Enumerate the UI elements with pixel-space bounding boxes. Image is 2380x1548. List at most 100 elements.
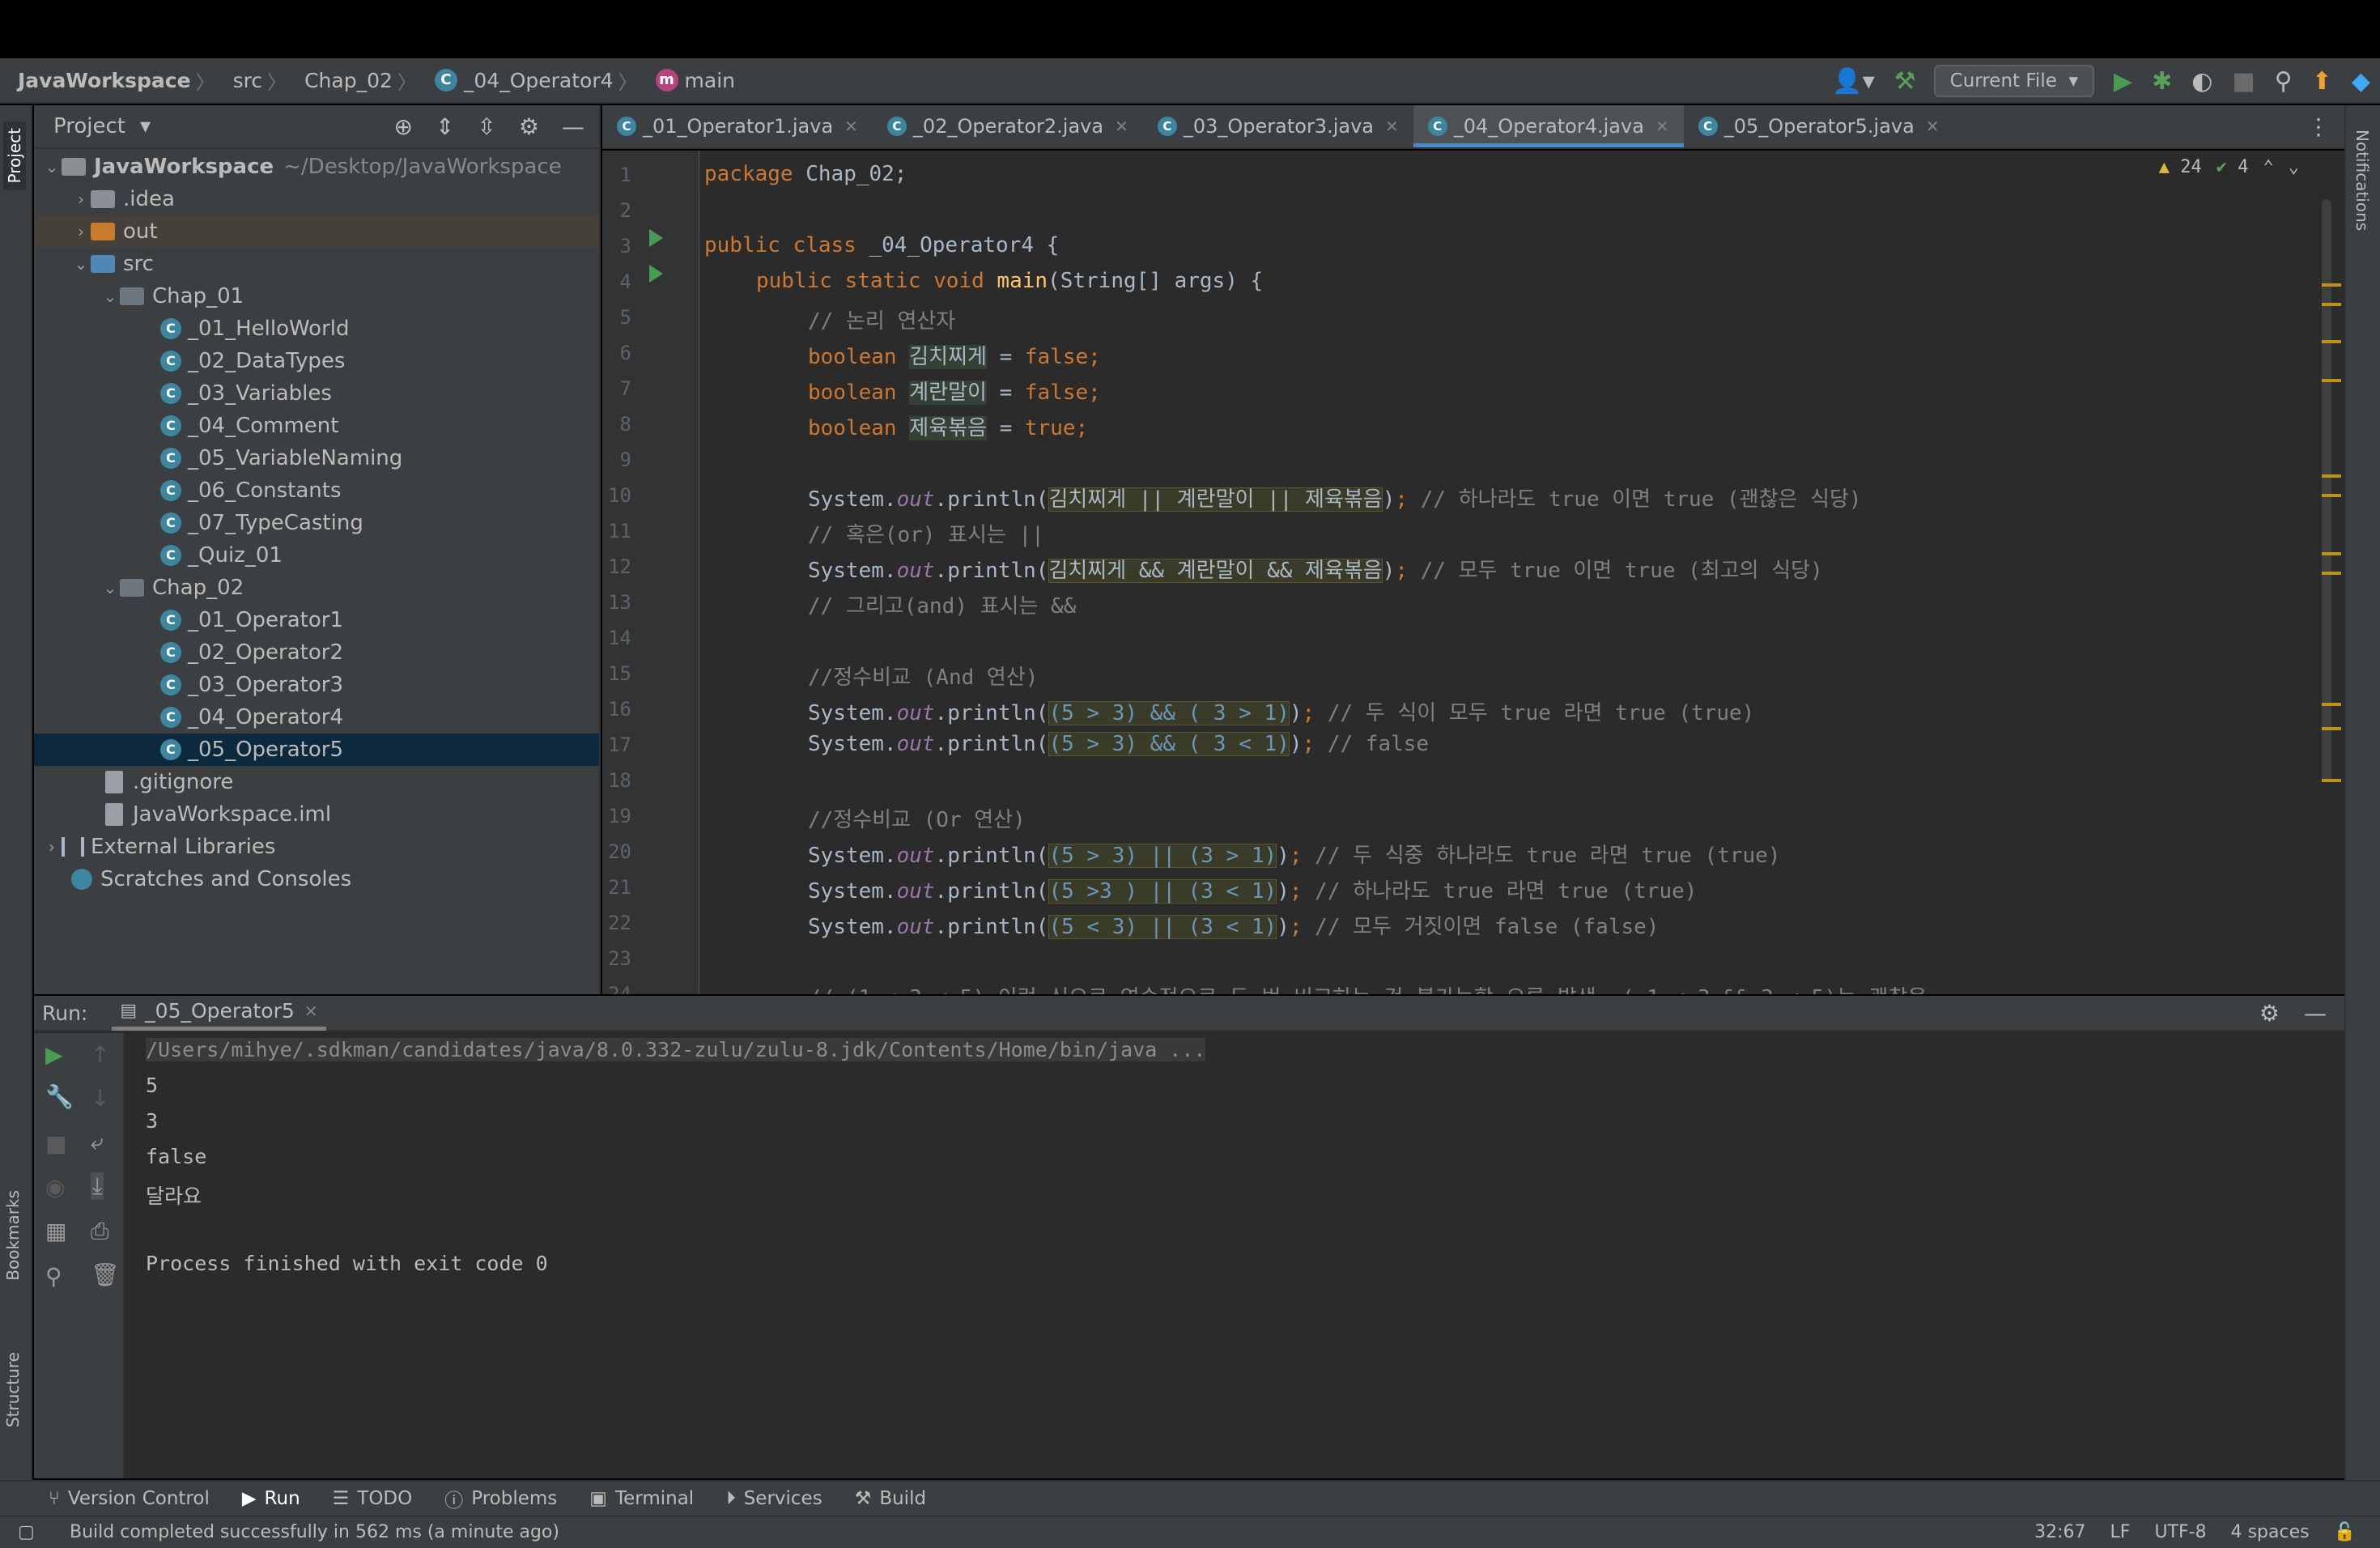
status-message[interactable]: Build completed successfully in 562 ms (… xyxy=(70,1522,559,1542)
layout-toggle-icon[interactable]: ▢ xyxy=(18,1522,35,1542)
structure-tool-tab[interactable]: Structure xyxy=(3,1352,23,1427)
tree-item-file[interactable]: C _04_Operator4 xyxy=(34,701,599,734)
tree-item-out[interactable]: › out xyxy=(34,215,599,248)
chevron-right-icon[interactable]: › xyxy=(71,222,91,241)
arrow-down-icon[interactable]: ↓ xyxy=(91,1085,109,1112)
code-editor[interactable]: 1 2 3 4 5 6 7 8 9 10 11 12 13 14 15 16 1… xyxy=(602,151,2344,994)
tab-operator3[interactable]: C _03_Operator3.java ✕ xyxy=(1143,105,1413,147)
run-gutter-icon[interactable] xyxy=(649,265,663,283)
project-tool-tab[interactable]: Project xyxy=(3,121,26,190)
arrow-up-icon[interactable]: ↑ xyxy=(91,1041,109,1068)
notifications-tool-tab[interactable]: Notifications xyxy=(2352,130,2372,231)
print-icon[interactable]: ⎙ xyxy=(91,1218,108,1245)
pin-icon[interactable]: ⚲ xyxy=(45,1263,62,1290)
tab-operator5[interactable]: C _05_Operator5.java ✕ xyxy=(1684,105,1954,147)
lock-icon[interactable]: 🔓 xyxy=(2334,1522,2356,1542)
file-encoding[interactable]: UTF-8 xyxy=(2154,1522,2206,1542)
bookmarks-tool-tab[interactable]: Bookmarks xyxy=(3,1190,23,1281)
close-icon[interactable]: ✕ xyxy=(1385,117,1399,136)
user-icon[interactable]: 👤▾ xyxy=(1832,67,1874,96)
inspection-widget[interactable]: ▲ 24 ✔ 4 ⌃ ⌄ xyxy=(2159,157,2299,177)
layout-icon[interactable]: ▦ xyxy=(45,1218,66,1244)
close-icon[interactable]: ✕ xyxy=(304,1002,318,1021)
chevron-down-icon[interactable]: ⌄ xyxy=(42,157,62,176)
tree-item-libraries[interactable]: › External Libraries xyxy=(34,831,599,863)
more-icon[interactable]: ⋮ xyxy=(2307,105,2344,147)
error-stripe-marker[interactable] xyxy=(2322,283,2341,287)
error-stripe-marker[interactable] xyxy=(2322,779,2341,782)
tree-item-file[interactable]: C _07_TypeCasting xyxy=(34,507,599,539)
tree-item-file[interactable]: C _Quiz_01 xyxy=(34,539,599,572)
error-stripe-marker[interactable] xyxy=(2322,572,2341,575)
tree-item-file[interactable]: C _06_Constants xyxy=(34,474,599,507)
tab-terminal[interactable]: ▣ Terminal xyxy=(589,1488,694,1509)
caret-position[interactable]: 32:67 xyxy=(2034,1522,2085,1542)
run-tab[interactable]: ▤ _05_Operator5 ✕ xyxy=(112,995,326,1031)
tree-item-scratches[interactable]: Scratches and Consoles xyxy=(34,863,599,895)
expand-all-icon[interactable]: ⇕ xyxy=(436,113,454,140)
tree-item-file[interactable]: C _04_Comment xyxy=(34,410,599,442)
search-icon[interactable]: ⚲ xyxy=(2275,67,2293,96)
chevron-down-icon[interactable]: ⌄ xyxy=(100,287,120,306)
breadcrumb-package[interactable]: Chap_02 xyxy=(304,69,393,92)
tab-todo[interactable]: ☰ TODO xyxy=(333,1488,413,1509)
tab-operator1[interactable]: C _01_Operator1.java ✕ xyxy=(602,105,873,147)
chevron-down-icon[interactable]: ▾ xyxy=(140,114,151,138)
error-stripe-marker[interactable] xyxy=(2322,494,2341,497)
chevron-right-icon[interactable]: › xyxy=(71,189,91,209)
soft-wrap-icon[interactable]: ⤶ xyxy=(91,1129,104,1156)
breadcrumb-method[interactable]: m main xyxy=(655,69,735,92)
hide-icon[interactable]: — xyxy=(562,113,584,140)
tab-operator4[interactable]: C _04_Operator4.java ✕ xyxy=(1413,105,1684,147)
tree-item-file[interactable]: C _03_Operator3 xyxy=(34,669,599,701)
error-stripe-marker[interactable] xyxy=(2322,474,2341,478)
error-stripe-marker[interactable] xyxy=(2322,340,2341,343)
line-separator[interactable]: LF xyxy=(2110,1522,2131,1542)
breadcrumb-project[interactable]: JavaWorkspace xyxy=(18,69,191,92)
coverage-icon[interactable]: ◐ xyxy=(2191,67,2212,96)
tab-problems[interactable]: ⓘ Problems xyxy=(444,1485,557,1512)
tab-version-control[interactable]: ⑂ Version Control xyxy=(49,1488,210,1509)
wrench-icon[interactable]: 🔧 xyxy=(45,1083,74,1110)
tree-item-file[interactable]: C _05_VariableNaming xyxy=(34,442,599,474)
project-panel-title[interactable]: Project xyxy=(53,114,125,138)
ok-count[interactable]: ✔ 4 xyxy=(2216,157,2249,177)
chevron-down-icon[interactable]: ⌄ xyxy=(71,254,91,274)
tree-item-chap02[interactable]: ⌄ Chap_02 xyxy=(34,572,599,604)
tab-run[interactable]: ▶ Run xyxy=(242,1488,300,1509)
tree-item-file-selected[interactable]: C _05_Operator5 xyxy=(34,734,599,766)
tree-item-file[interactable]: C _01_Operator1 xyxy=(34,604,599,636)
tree-item-file[interactable]: C _02_DataTypes xyxy=(34,345,599,377)
stop-icon[interactable]: ■ xyxy=(45,1130,66,1157)
close-icon[interactable]: ✕ xyxy=(844,117,858,136)
update-icon[interactable]: ⬆ xyxy=(2312,67,2332,96)
chevron-down-icon[interactable]: ⌄ xyxy=(100,578,120,598)
breadcrumb-src[interactable]: src xyxy=(233,69,263,92)
collapse-all-icon[interactable]: ⇳ xyxy=(477,113,495,140)
tree-item-src[interactable]: ⌄ src xyxy=(34,248,599,280)
tree-item-file[interactable]: C _01_HelloWorld xyxy=(34,313,599,345)
error-stripe-marker[interactable] xyxy=(2322,552,2341,555)
tab-build[interactable]: ⚒ Build xyxy=(855,1488,926,1509)
tree-item-file[interactable]: C _03_Variables xyxy=(34,377,599,410)
tree-item-idea[interactable]: › .idea xyxy=(34,183,599,215)
gear-icon[interactable]: ⚙ xyxy=(2259,1000,2280,1027)
tab-services[interactable]: ⏵ Services xyxy=(726,1488,822,1509)
camera-icon[interactable]: ◉ xyxy=(45,1174,65,1201)
error-stripe-marker[interactable] xyxy=(2322,727,2341,730)
gear-icon[interactable]: ⚙ xyxy=(519,113,539,140)
debug-icon[interactable]: ✱ xyxy=(2152,67,2172,96)
hammer-icon[interactable]: ⚒ xyxy=(1894,67,1916,96)
run-icon[interactable]: ▶ xyxy=(2114,67,2132,96)
tree-item-chap01[interactable]: ⌄ Chap_01 xyxy=(34,280,599,313)
close-icon[interactable]: ✕ xyxy=(1926,117,1940,136)
chevron-up-icon[interactable]: ⌃ xyxy=(2263,157,2274,177)
tab-operator2[interactable]: C _02_Operator2.java ✕ xyxy=(873,105,1143,147)
editor-scrollbar[interactable] xyxy=(2322,199,2331,782)
close-icon[interactable]: ✕ xyxy=(1655,117,1669,136)
rerun-icon[interactable]: ▶ xyxy=(45,1041,63,1068)
hide-icon[interactable]: — xyxy=(2304,1000,2327,1027)
tree-item-iml[interactable]: JavaWorkspace.iml xyxy=(34,798,599,831)
warning-count[interactable]: ▲ 24 xyxy=(2159,157,2202,177)
chevron-down-icon[interactable]: ⌄ xyxy=(2289,157,2299,177)
